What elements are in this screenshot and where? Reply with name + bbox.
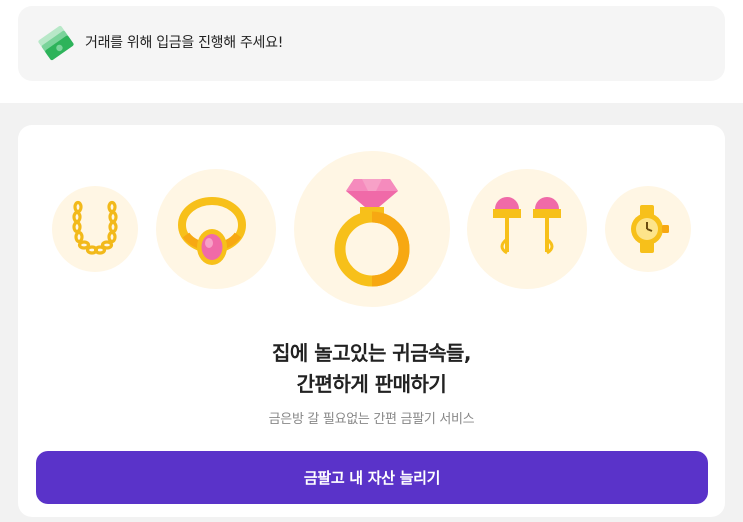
gold-ring-pink-gem-icon [178, 197, 246, 265]
gold-diamond-ring-icon [334, 179, 410, 287]
gold-earrings-icon [493, 197, 561, 255]
watch-item [605, 186, 691, 272]
gold-watch-icon [631, 205, 669, 253]
ring-item [156, 169, 276, 289]
gold-chain-necklace-icon [72, 200, 118, 255]
subtitle: 금은방 갈 필요없는 간편 금팔기 서비스 [268, 412, 475, 427]
sell-gold-button[interactable]: 금팔고 내 자산 늘리기 [36, 451, 708, 504]
earrings-item [467, 169, 587, 289]
money-bills-icon [38, 25, 74, 61]
headline-line-2: 간편하게 판매하기 [296, 372, 447, 396]
deposit-notice-banner: 거래를 위해 입금을 진행해 주세요! [18, 6, 725, 81]
notice-text: 거래를 위해 입금을 진행해 주세요! [85, 35, 284, 51]
diamond-ring-item [294, 151, 450, 307]
necklace-item [52, 186, 138, 272]
headline-line-1: 집에 놀고있는 귀금속들, [271, 341, 472, 365]
